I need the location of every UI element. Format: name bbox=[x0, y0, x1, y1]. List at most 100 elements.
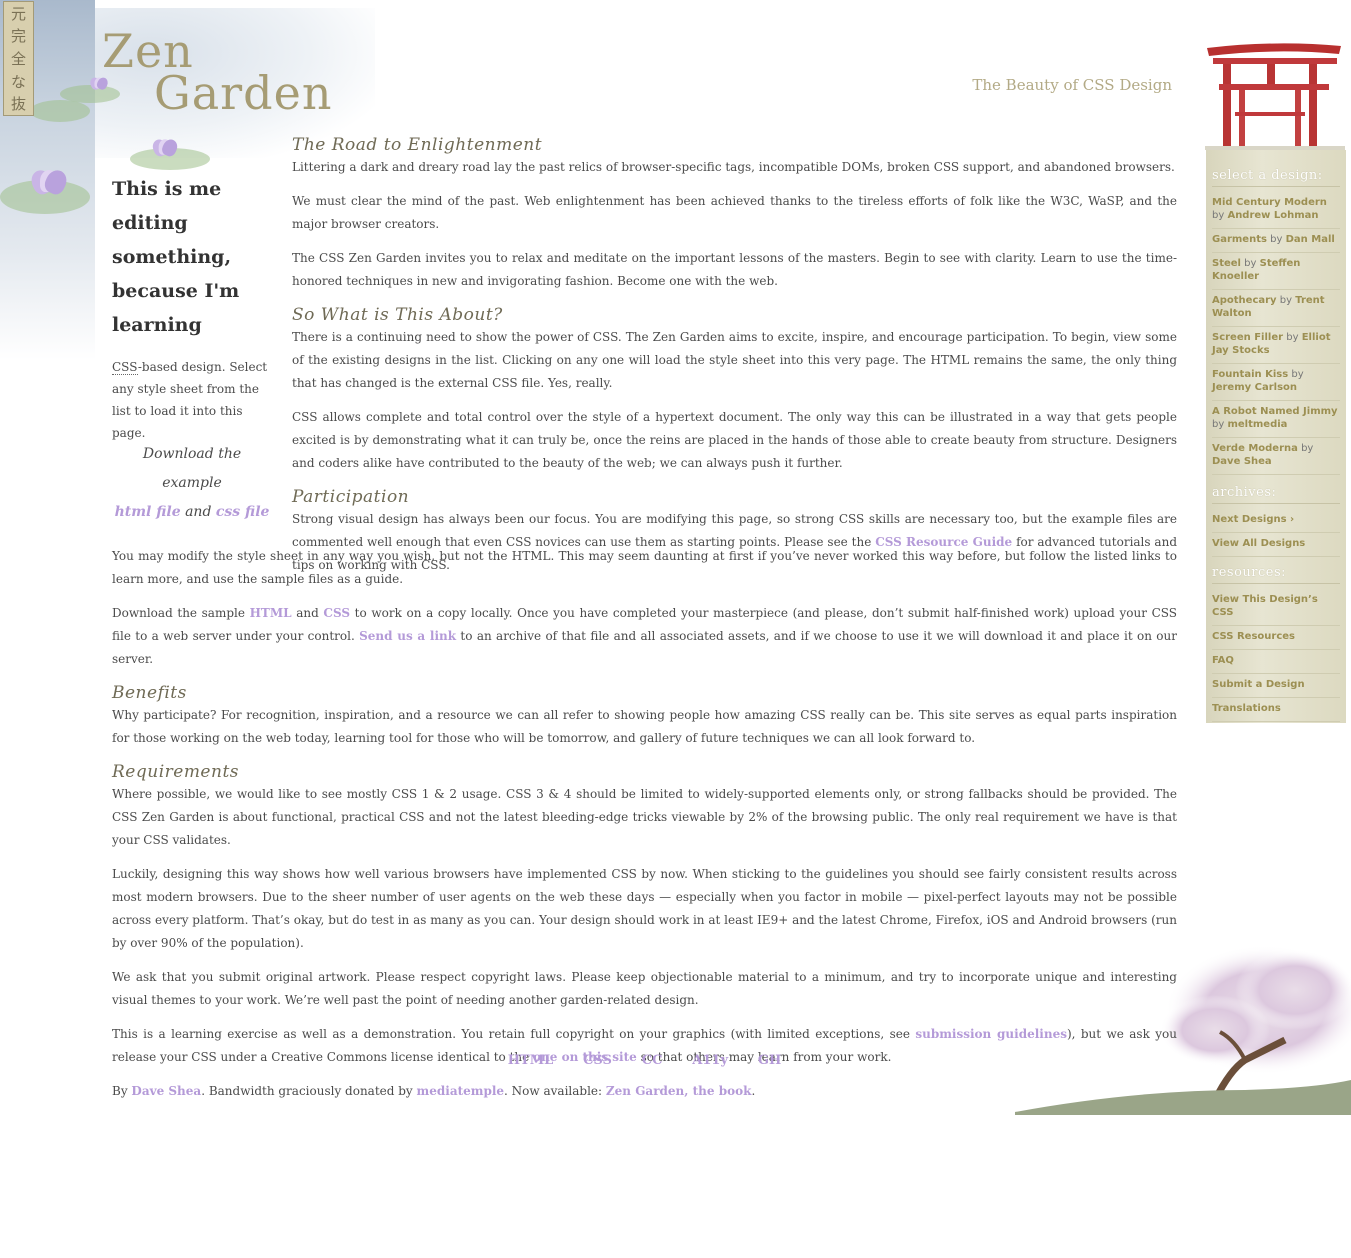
footer-html-link[interactable]: HTML bbox=[508, 1053, 554, 1068]
paragraph: The CSS Zen Garden invites you to relax … bbox=[292, 251, 1177, 288]
text-span: This is a learning exercise as well as a… bbox=[112, 1027, 916, 1041]
paragraph: Littering a dark and dreary road lay the… bbox=[292, 160, 1175, 174]
text-span: . Bandwidth graciously donated by bbox=[201, 1084, 417, 1098]
faq-link[interactable]: FAQ bbox=[1212, 655, 1234, 666]
kanji-char: 抜 bbox=[10, 95, 26, 114]
sample-html-link[interactable]: HTML bbox=[250, 606, 292, 620]
design-item: Fountain Kiss by Jeremy Carlson bbox=[1212, 365, 1340, 401]
kanji-char: 元 bbox=[10, 4, 26, 23]
kanji-char: 全 bbox=[10, 49, 26, 68]
send-us-link[interactable]: Send us a link bbox=[359, 629, 456, 643]
footer-cc-link[interactable]: CC bbox=[642, 1053, 663, 1068]
design-link[interactable]: Mid Century Modern bbox=[1212, 197, 1327, 208]
by-text: by bbox=[1279, 295, 1293, 306]
kanji-banner: 元 完 全 な 抜 bbox=[3, 1, 34, 116]
archive-item: Next Designs › bbox=[1212, 510, 1340, 533]
by-text: by bbox=[1291, 369, 1304, 380]
design-selection: select a design: Mid Century Modern by A… bbox=[1212, 168, 1340, 476]
select-design-title: select a design: bbox=[1212, 168, 1340, 187]
kanji-char: な bbox=[10, 72, 26, 91]
view-all-designs-link[interactable]: View All Designs bbox=[1212, 538, 1305, 549]
archive-item: View All Designs bbox=[1212, 534, 1340, 557]
resource-item: Submit a Design bbox=[1212, 675, 1340, 698]
kanji-char: 完 bbox=[10, 27, 26, 46]
design-link[interactable]: Steel bbox=[1212, 258, 1241, 269]
author-link[interactable]: Andrew Lohman bbox=[1227, 210, 1318, 221]
css-resources-link[interactable]: CSS Resources bbox=[1212, 631, 1295, 642]
intro-text: CSS-based design. Select any style sheet… bbox=[112, 356, 272, 444]
design-item: Steel by Steffen Knoeller bbox=[1212, 254, 1340, 290]
translations-link[interactable]: Translations bbox=[1212, 703, 1281, 714]
css-abbr: CSS bbox=[112, 360, 138, 375]
design-item: Apothecary by Trent Walton bbox=[1212, 291, 1340, 327]
main-content: The Road to Enlightenment Littering a da… bbox=[292, 134, 1177, 588]
paragraph: We ask that you submit original artwork.… bbox=[112, 970, 1177, 1007]
design-item: A Robot Named Jimmy by meltmedia bbox=[1212, 402, 1340, 438]
css-file-link[interactable]: css file bbox=[216, 504, 270, 520]
text-span: and bbox=[291, 606, 324, 620]
resources-list: View This Design’s CSS CSS Resources FAQ… bbox=[1212, 590, 1340, 722]
footer-css-link[interactable]: CSS bbox=[583, 1053, 612, 1068]
archives-title: archives: bbox=[1212, 485, 1340, 504]
next-designs-link[interactable]: Next Designs › bbox=[1212, 514, 1294, 525]
sample-css-link[interactable]: CSS bbox=[323, 606, 350, 620]
section-title: The Road to Enlightenment bbox=[292, 135, 543, 155]
paragraph: You may modify the style sheet in any wa… bbox=[112, 549, 1177, 586]
by-text: by bbox=[1270, 234, 1283, 245]
dave-shea-link[interactable]: Dave Shea bbox=[131, 1084, 201, 1098]
text-span: . Now available: bbox=[504, 1084, 606, 1098]
site-title-line2: Garden bbox=[154, 66, 333, 120]
footer-links: HTML CSS CC A11y GH bbox=[112, 1053, 1177, 1068]
author-link[interactable]: Dan Mall bbox=[1286, 234, 1335, 245]
resource-item: Translations bbox=[1212, 699, 1340, 722]
torii-gate-icon bbox=[1205, 43, 1345, 150]
design-link[interactable]: Verde Moderna bbox=[1212, 443, 1298, 454]
site-tagline: The Beauty of CSS Design bbox=[972, 76, 1172, 94]
book-link[interactable]: Zen Garden, the book bbox=[606, 1084, 752, 1098]
design-item: Mid Century Modern by Andrew Lohman bbox=[1212, 193, 1340, 229]
author-link[interactable]: Dave Shea bbox=[1212, 456, 1272, 467]
submission-guidelines-link[interactable]: submission guidelines bbox=[915, 1027, 1067, 1041]
footer-a11y-link[interactable]: A11y bbox=[692, 1053, 728, 1068]
design-link[interactable]: Fountain Kiss bbox=[1212, 369, 1288, 380]
by-text: by bbox=[1212, 210, 1225, 221]
lily-pad bbox=[30, 100, 90, 122]
footer-gh-link[interactable]: GH bbox=[758, 1053, 781, 1068]
html-file-link[interactable]: html file bbox=[115, 504, 181, 520]
design-link[interactable]: A Robot Named Jimmy bbox=[1212, 406, 1338, 417]
site-title: Zen Garden bbox=[102, 28, 332, 120]
archives: archives: Next Designs › View All Design… bbox=[1212, 485, 1340, 558]
design-list: Mid Century Modern by Andrew Lohman Garm… bbox=[1212, 193, 1340, 475]
download-and: and bbox=[185, 504, 212, 520]
paragraph: Where possible, we would like to see mos… bbox=[112, 787, 1177, 847]
download-prefix: Download the example bbox=[142, 446, 242, 491]
section-title: Participation bbox=[292, 487, 410, 507]
text-span: By bbox=[112, 1084, 132, 1098]
text-span: . bbox=[751, 1084, 756, 1098]
section-title: So What is This About? bbox=[292, 305, 503, 325]
paragraph: There is a continuing need to show the p… bbox=[292, 330, 1177, 390]
by-text: by bbox=[1244, 258, 1257, 269]
author-link[interactable]: meltmedia bbox=[1227, 419, 1287, 430]
lotus-flower-icon bbox=[149, 138, 181, 156]
resource-item: CSS Resources bbox=[1212, 627, 1340, 650]
intro-download: Download the example html file and css f… bbox=[112, 440, 272, 527]
resource-item: FAQ bbox=[1212, 651, 1340, 674]
design-link[interactable]: Apothecary bbox=[1212, 295, 1277, 306]
design-item: Verde Moderna by Dave Shea bbox=[1212, 439, 1340, 475]
author-link[interactable]: Jeremy Carlson bbox=[1212, 382, 1297, 393]
mediatemple-link[interactable]: mediatemple bbox=[417, 1084, 505, 1098]
section-about: So What is This About? There is a contin… bbox=[292, 304, 1177, 475]
design-link[interactable]: Garments bbox=[1212, 234, 1267, 245]
section-title: Requirements bbox=[112, 762, 240, 782]
paragraph: By Dave Shea. Bandwidth graciously donat… bbox=[112, 1080, 1177, 1103]
by-text: by bbox=[1301, 443, 1314, 454]
view-design-css-link[interactable]: View This Design’s CSS bbox=[1212, 594, 1318, 618]
download-links: html file and css file bbox=[112, 498, 272, 527]
section-benefits: Benefits Why participate? For recognitio… bbox=[112, 682, 1177, 750]
intro-heading: This is me editing something, because I'… bbox=[112, 178, 240, 336]
design-link[interactable]: Screen Filler bbox=[1212, 332, 1283, 343]
submit-design-link[interactable]: Submit a Design bbox=[1212, 679, 1305, 690]
section-title: Benefits bbox=[112, 683, 187, 703]
paragraph: Download the sample HTML and CSS to work… bbox=[112, 602, 1177, 671]
